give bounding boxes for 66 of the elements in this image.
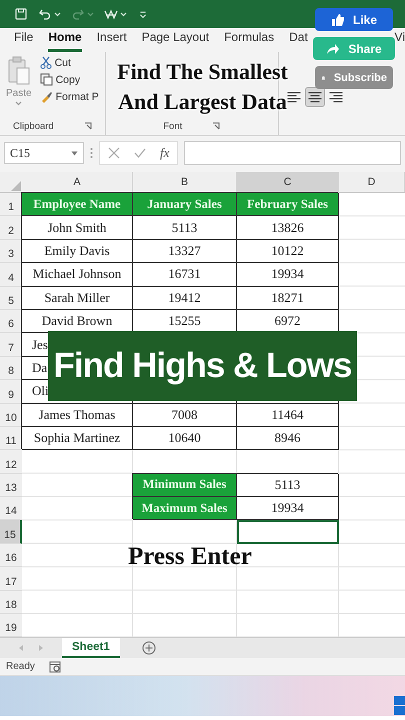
row-header[interactable]: 13 xyxy=(0,474,22,498)
ribbon-tab[interactable]: Insert xyxy=(96,26,127,52)
table-cell: James Thomas xyxy=(22,404,133,427)
table-cell: 5113 xyxy=(237,474,339,498)
column-header[interactable]: C xyxy=(237,172,339,192)
table-cell: 13327 xyxy=(133,240,237,264)
row-header[interactable]: 2 xyxy=(0,216,22,240)
table-cell: 8946 xyxy=(237,426,339,450)
ribbon-tab[interactable]: Formulas xyxy=(224,26,274,52)
column-header[interactable]: D xyxy=(339,172,405,192)
group-label: Clipboard xyxy=(13,120,54,132)
row-header[interactable]: 1 xyxy=(0,193,22,216)
row-header[interactable]: 17 xyxy=(0,567,22,591)
copy-button[interactable]: Copy xyxy=(56,74,80,86)
ribbon-tab[interactable]: Page Layout xyxy=(142,26,210,52)
row-header[interactable]: 4 xyxy=(0,263,22,287)
table-cell: John Smith xyxy=(22,216,133,240)
row-header[interactable]: 16 xyxy=(0,544,22,568)
row-header[interactable]: 12 xyxy=(0,450,22,474)
table-cell: 13826 xyxy=(237,216,339,240)
table-cell: 10122 xyxy=(237,240,339,264)
table-cell: 19934 xyxy=(237,263,339,287)
table-cell: Sophia Martinez xyxy=(22,426,133,450)
table-cell: 19412 xyxy=(133,286,237,310)
status-text: Ready xyxy=(6,661,35,672)
cut-button[interactable]: Cut xyxy=(54,56,71,68)
headline-text: And Largest Data xyxy=(118,88,287,116)
headline-text: Find The Smallest xyxy=(117,58,288,86)
table-cell: 16731 xyxy=(133,263,237,287)
row-header[interactable]: 14 xyxy=(0,497,22,520)
header-cell: Employee Name xyxy=(22,193,133,216)
row-header[interactable]: 10 xyxy=(0,404,22,427)
like-button[interactable]: Like xyxy=(315,8,393,31)
table-cell: 18271 xyxy=(237,286,339,310)
caption-text: Press Enter xyxy=(127,547,253,566)
row-header[interactable]: 9 xyxy=(0,380,22,404)
row-header[interactable]: 19 xyxy=(0,614,22,638)
table-cell: 7008 xyxy=(133,404,237,427)
format-painter-button[interactable]: Format P xyxy=(56,90,99,102)
table-cell: 11464 xyxy=(237,404,339,427)
table-cell: Sarah Miller xyxy=(22,286,133,310)
ribbon-tab[interactable]: Dat xyxy=(289,26,308,52)
ribbon-tab[interactable]: Vi xyxy=(394,26,405,52)
table-cell: Emily Davis xyxy=(22,240,133,264)
row-header[interactable]: 15 xyxy=(0,520,22,544)
row-header[interactable]: 7 xyxy=(0,333,22,357)
row-header[interactable]: 11 xyxy=(0,426,22,450)
header-cell: Maximum Sales xyxy=(133,497,237,520)
name-box[interactable]: C15 xyxy=(4,142,84,164)
header-cell: January Sales xyxy=(133,193,237,216)
row-header[interactable]: 3 xyxy=(0,240,22,264)
row-header[interactable]: 5 xyxy=(0,286,22,310)
header-cell: Minimum Sales xyxy=(133,474,237,498)
ribbon-tab[interactable]: File xyxy=(14,26,34,52)
table-cell: 5113 xyxy=(133,216,237,240)
insert-function-button[interactable]: fx xyxy=(160,145,170,161)
row-header[interactable]: 18 xyxy=(0,590,22,614)
table-cell: Michael Johnson xyxy=(22,263,133,287)
sheet-tab[interactable]: Sheet1 xyxy=(62,638,120,658)
row-header[interactable]: 6 xyxy=(0,310,22,334)
group-label: Font xyxy=(163,120,182,132)
table-cell: 19934 xyxy=(237,497,339,520)
row-header[interactable]: 8 xyxy=(0,356,22,380)
title-banner: Find Highs & Lows xyxy=(48,331,357,401)
header-cell: February Sales xyxy=(237,193,339,216)
table-cell: 10640 xyxy=(133,426,237,450)
